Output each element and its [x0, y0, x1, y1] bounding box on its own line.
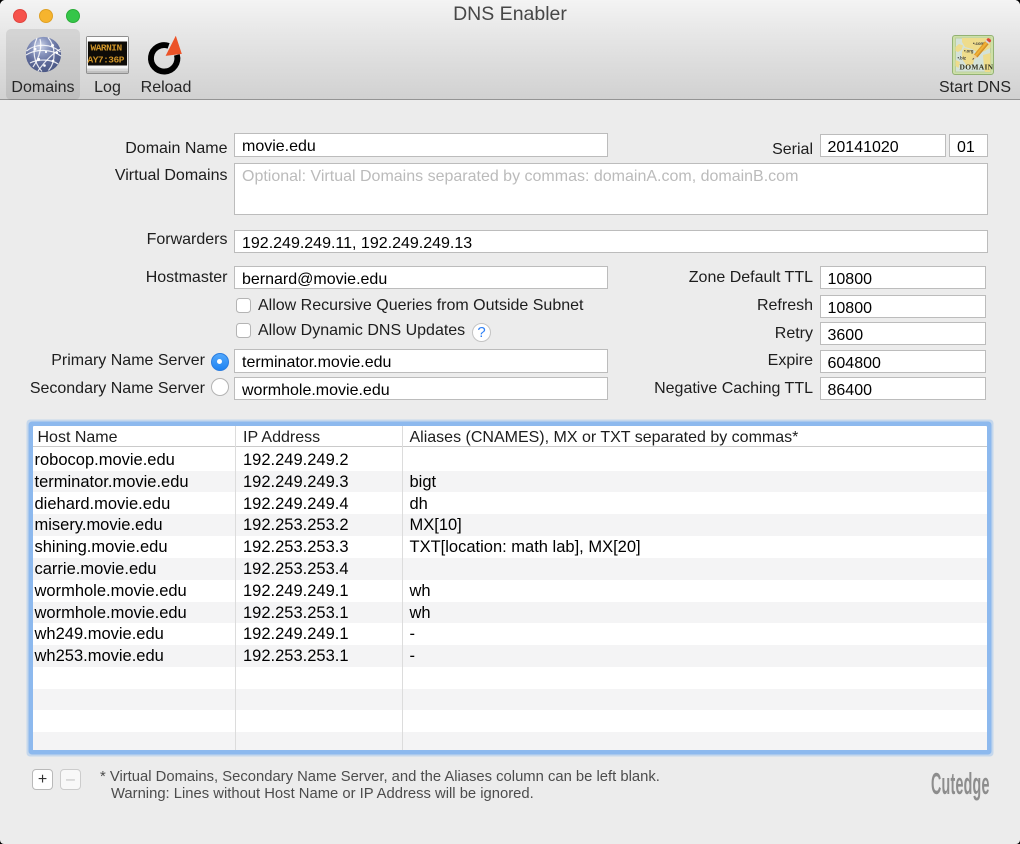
- svg-text:AY7:36P: AY7:36P: [88, 54, 125, 65]
- svg-text:.org: .org: [966, 49, 974, 54]
- svg-text:.biz: .biz: [959, 56, 966, 61]
- svg-text:DOMAIN: DOMAIN: [960, 63, 994, 72]
- svg-text:WARNIN: WARNIN: [91, 42, 123, 53]
